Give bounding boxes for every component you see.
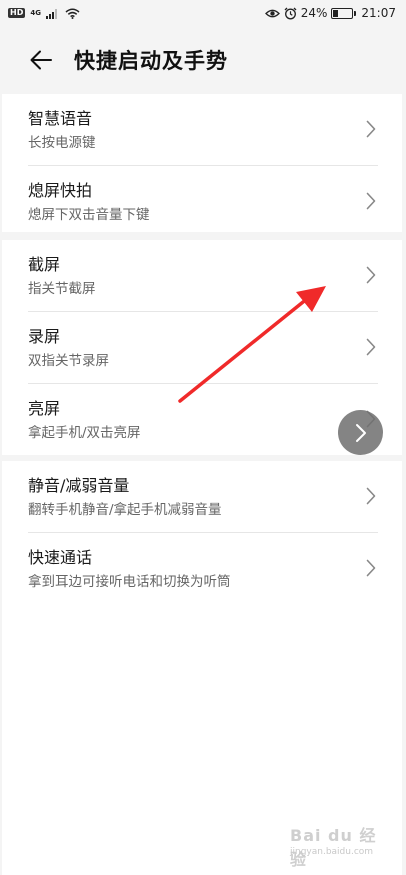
network-type: 4G <box>30 9 41 17</box>
chevron-right-icon <box>366 192 376 210</box>
app-header: 快捷启动及手势 <box>0 26 406 94</box>
setting-screenshot[interactable]: 截屏 指关节截屏 <box>2 240 402 312</box>
setting-subtitle: 指关节截屏 <box>28 281 96 297</box>
setting-title: 熄屏快拍 <box>28 181 93 200</box>
clock: 21:07 <box>361 6 396 20</box>
battery-percent: 24% <box>300 6 328 20</box>
setting-subtitle: 拿起手机/双击亮屏 <box>28 425 141 441</box>
setting-title: 录屏 <box>28 327 61 346</box>
status-right: 24% 21:07 <box>264 6 396 20</box>
setting-title: 截屏 <box>28 255 61 274</box>
hd-badge: HD <box>8 8 26 18</box>
settings-group-3: 静音/减弱音量 翻转手机静音/拿起手机减弱音量 快速通话 拿到耳边可接听电话和切… <box>2 461 402 875</box>
setting-quick-call[interactable]: 快速通话 拿到耳边可接听电话和切换为听筒 <box>2 533 402 605</box>
setting-title: 亮屏 <box>28 399 61 418</box>
signal-icon <box>45 8 57 19</box>
chevron-right-icon <box>366 266 376 284</box>
setting-subtitle: 翻转手机静音/拿起手机减弱音量 <box>28 502 222 518</box>
setting-screen-record[interactable]: 录屏 双指关节录屏 <box>2 312 402 384</box>
chevron-right-icon <box>366 559 376 577</box>
setting-subtitle: 拿到耳边可接听电话和切换为听筒 <box>28 574 231 590</box>
chevron-right-icon <box>355 423 366 442</box>
chevron-right-icon <box>366 120 376 138</box>
alarm-icon <box>284 7 297 19</box>
setting-title: 静音/减弱音量 <box>28 476 130 495</box>
arrow-left-icon <box>30 50 52 70</box>
battery-icon <box>331 7 357 19</box>
page-title: 快捷启动及手势 <box>74 49 228 73</box>
setting-subtitle: 双指关节录屏 <box>28 353 109 369</box>
watermark-brand: Bai du 经验 <box>290 826 377 869</box>
floating-navigation-button[interactable] <box>338 410 383 455</box>
chevron-right-icon <box>366 487 376 505</box>
setting-screen-off-snap[interactable]: 熄屏快拍 熄屏下双击音量下键 <box>2 166 402 238</box>
chevron-right-icon <box>366 338 376 356</box>
setting-subtitle: 熄屏下双击音量下键 <box>28 207 150 223</box>
setting-title: 智慧语音 <box>28 109 93 128</box>
watermark-url: jingyan.baidu.com <box>290 847 374 857</box>
eye-icon <box>264 9 280 17</box>
status-bar: HD 4G 24% 21:07 <box>0 0 406 26</box>
setting-subtitle: 长按电源键 <box>28 135 96 151</box>
settings-group-1: 智慧语音 长按电源键 熄屏快拍 熄屏下双击音量下键 <box>2 94 402 232</box>
setting-title: 快速通话 <box>28 548 93 567</box>
setting-smart-voice[interactable]: 智慧语音 长按电源键 <box>2 94 402 166</box>
setting-mute-lower-volume[interactable]: 静音/减弱音量 翻转手机静音/拿起手机减弱音量 <box>2 461 402 533</box>
wifi-icon <box>65 8 80 19</box>
back-button[interactable] <box>21 40 61 80</box>
status-left: HD 4G <box>8 8 80 19</box>
baidu-watermark: Bai du 经验 jingyan.baidu.com <box>290 822 390 869</box>
